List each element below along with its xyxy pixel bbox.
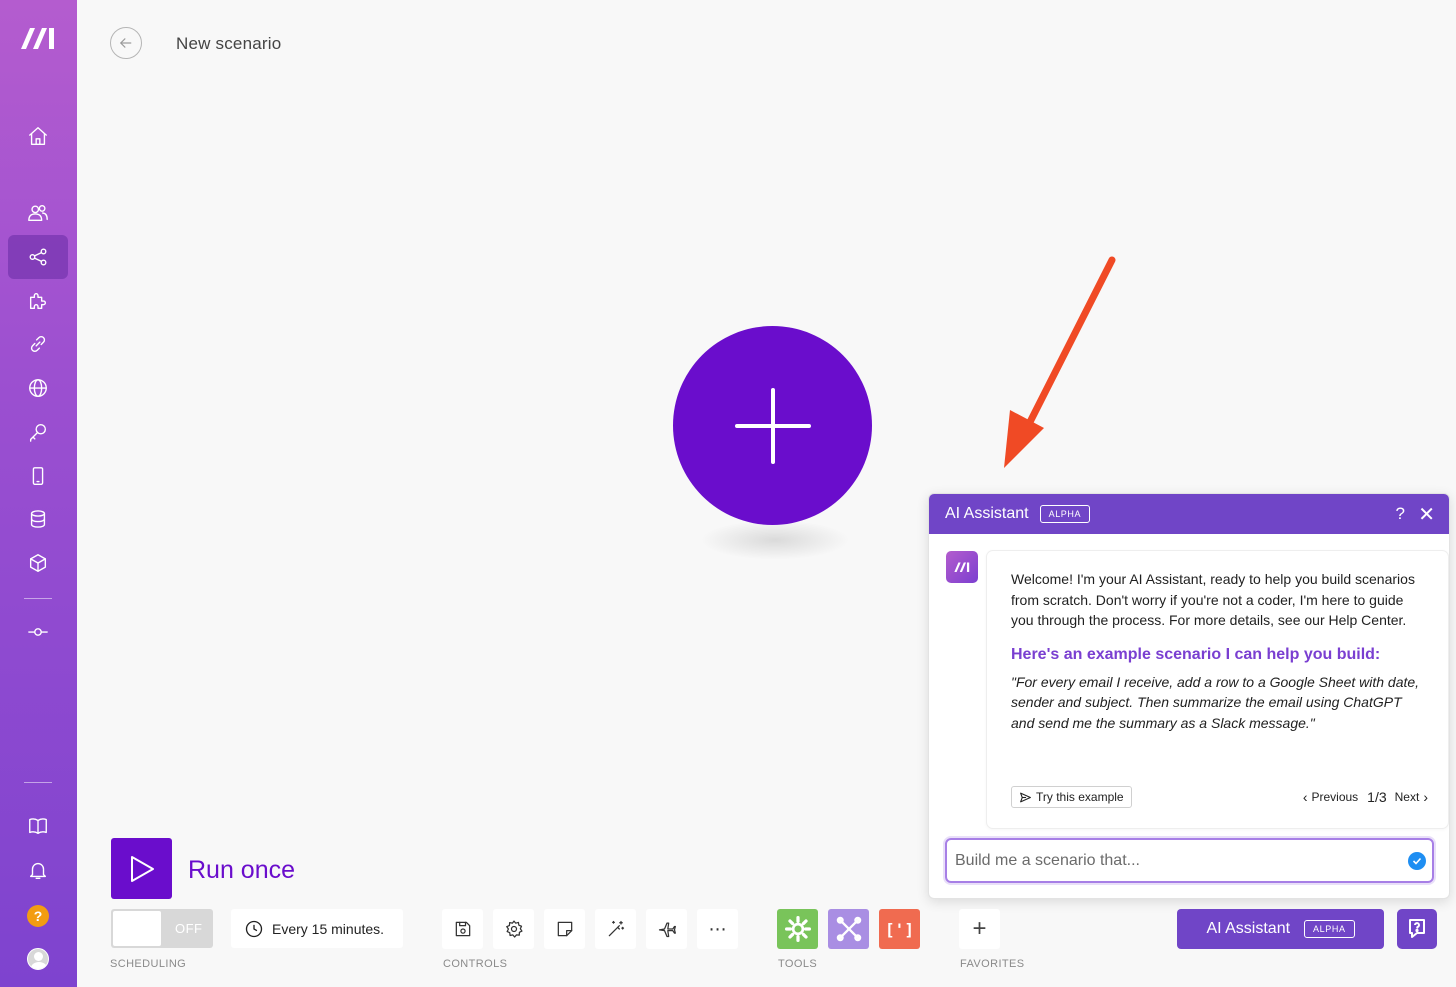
- back-button[interactable]: [110, 27, 142, 59]
- settings-button[interactable]: [493, 909, 534, 949]
- flow-control-button[interactable]: [777, 909, 818, 949]
- example-heading: Here's an example scenario I can help yo…: [1011, 645, 1381, 663]
- commit-icon: [28, 628, 48, 636]
- page-indicator: 1/3: [1367, 789, 1387, 805]
- sidebar-item-connections[interactable]: [8, 322, 68, 366]
- annotation-arrow-icon: [1004, 256, 1116, 468]
- save-button[interactable]: [442, 909, 483, 949]
- sidebar-item-webhooks[interactable]: [8, 366, 68, 410]
- tools-label: TOOLS: [778, 958, 818, 970]
- favorites-label: FAVORITES: [960, 958, 1025, 970]
- notes-button[interactable]: [544, 909, 585, 949]
- bot-avatar-icon: [946, 551, 978, 583]
- example-pager: ‹ Previous 1/3 Next ›: [1303, 789, 1428, 805]
- sidebar-item-keys[interactable]: [8, 410, 68, 454]
- key-icon: [29, 423, 47, 442]
- add-favorite-button[interactable]: +: [959, 909, 1000, 949]
- assistant-message: Welcome! I'm your AI Assistant, ready to…: [987, 551, 1448, 828]
- database-icon: [30, 510, 46, 528]
- text-parser-button[interactable]: [']: [879, 909, 920, 949]
- previous-button[interactable]: Previous: [1311, 790, 1358, 804]
- ai-panel-header: AI Assistant ALPHA ? ✕: [929, 494, 1449, 534]
- sidebar-item-home[interactable]: [8, 114, 68, 158]
- alpha-badge: ALPHA: [1304, 920, 1355, 938]
- mobile-icon: [32, 467, 44, 485]
- chevron-right-icon[interactable]: ›: [1423, 789, 1428, 805]
- help-icon[interactable]: ?: [27, 905, 49, 927]
- wrench-icon: [836, 916, 861, 942]
- ai-assistant-panel: AI Assistant ALPHA ? ✕ Welcome! I'm your…: [928, 493, 1450, 899]
- tools-button[interactable]: [828, 909, 869, 949]
- scheduling-label: SCHEDULING: [110, 958, 187, 970]
- gear-icon: [784, 916, 811, 942]
- play-icon: [130, 855, 154, 882]
- try-example-label: Try this example: [1036, 790, 1124, 804]
- run-once-label: Run once: [188, 856, 296, 884]
- magic-wand-icon: [608, 920, 624, 937]
- alpha-badge: ALPHA: [1039, 505, 1091, 523]
- book-icon: [29, 818, 47, 835]
- sidebar-item-templates[interactable]: [8, 279, 68, 323]
- toggle-knob: [113, 911, 161, 946]
- next-button[interactable]: Next: [1395, 790, 1420, 804]
- globe-icon: [29, 379, 47, 397]
- schedule-interval-button[interactable]: Every 15 minutes.: [231, 909, 403, 948]
- arrow-left-icon: [119, 38, 132, 48]
- plus-icon: [734, 387, 811, 464]
- avatar[interactable]: [27, 948, 49, 970]
- gear-icon: [505, 920, 523, 938]
- run-once-button[interactable]: [111, 838, 172, 899]
- prompt-input[interactable]: [955, 851, 1385, 870]
- link-icon: [30, 335, 46, 353]
- prompt-field[interactable]: [945, 838, 1434, 883]
- scheduling-toggle[interactable]: OFF: [111, 909, 213, 948]
- ai-assistant-label: AI Assistant: [1206, 920, 1291, 937]
- note-icon: [557, 921, 572, 937]
- add-module-button[interactable]: [673, 326, 872, 525]
- chevron-left-icon[interactable]: ‹: [1303, 789, 1308, 805]
- more-button[interactable]: ⋯: [697, 909, 738, 949]
- home-icon: [29, 127, 47, 145]
- clock-icon: [245, 920, 263, 937]
- sidebar-item-commit[interactable]: [8, 610, 68, 654]
- welcome-text: Welcome! I'm your AI Assistant, ready to…: [1011, 571, 1415, 628]
- example-text: "For every email I receive, add a row to…: [1011, 673, 1420, 731]
- puzzle-icon: [29, 293, 46, 310]
- controls-label: CONTROLS: [443, 958, 508, 970]
- page-title: New scenario: [176, 34, 282, 53]
- ai-assistant-button[interactable]: AI Assistant ALPHA: [1177, 909, 1384, 949]
- sidebar-item-data-stores[interactable]: [8, 497, 68, 541]
- toggle-state: OFF: [175, 921, 203, 936]
- team-icon: [28, 204, 48, 222]
- schedule-interval-label: Every 15 minutes.: [272, 920, 385, 937]
- sidebar: ?: [0, 0, 77, 987]
- sidebar-divider: [24, 782, 52, 783]
- add-module-shadow: [700, 520, 850, 560]
- airplane-icon: [658, 922, 676, 938]
- make-logo[interactable]: [18, 24, 58, 52]
- sidebar-item-team[interactable]: [8, 191, 68, 235]
- check-icon[interactable]: [1408, 852, 1426, 870]
- sidebar-item-notifications[interactable]: [8, 848, 68, 892]
- save-icon: [455, 921, 470, 937]
- sidebar-item-docs[interactable]: [8, 804, 68, 848]
- support-button[interactable]: [1397, 909, 1437, 949]
- close-icon[interactable]: ✕: [1418, 502, 1435, 527]
- sidebar-item-devices[interactable]: [8, 454, 68, 498]
- try-example-button[interactable]: Try this example: [1011, 786, 1132, 808]
- bell-icon: [29, 862, 47, 879]
- auto-align-button[interactable]: [595, 909, 636, 949]
- send-icon: [1020, 792, 1031, 802]
- explain-flow-button[interactable]: [646, 909, 687, 949]
- question-icon[interactable]: ?: [1396, 504, 1405, 524]
- ai-panel-title: AI Assistant: [945, 505, 1029, 522]
- share-nodes-icon: [29, 248, 47, 266]
- sidebar-divider: [24, 598, 52, 599]
- chat-question-icon: [1409, 919, 1425, 938]
- sidebar-item-scenarios[interactable]: [8, 235, 68, 279]
- cube-icon: [29, 554, 47, 572]
- sidebar-item-data-structures[interactable]: [8, 541, 68, 585]
